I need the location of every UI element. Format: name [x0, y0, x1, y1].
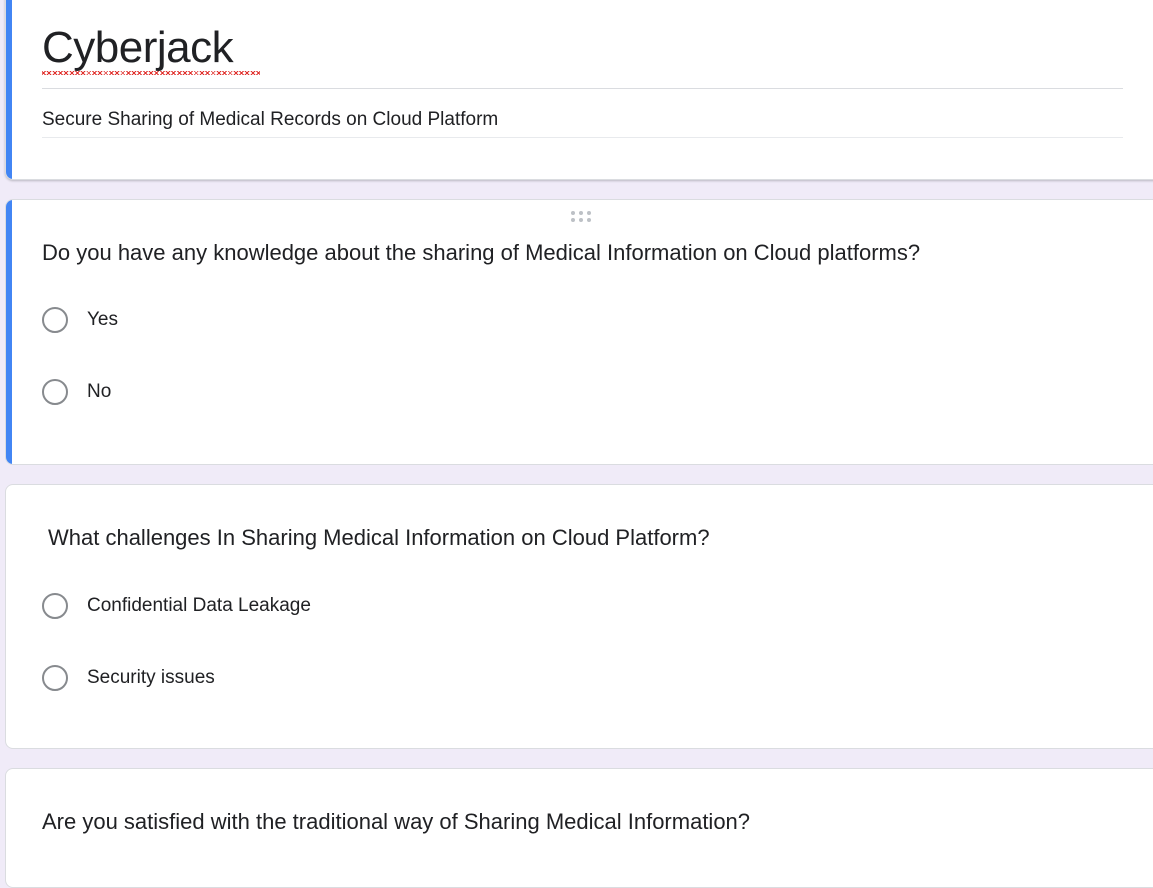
option-security-issues[interactable]: Security issues [42, 663, 215, 693]
option-no[interactable]: No [42, 377, 111, 407]
form-description[interactable]: Secure Sharing of Medical Records on Clo… [42, 109, 498, 131]
radio-unchecked-icon[interactable] [42, 665, 68, 691]
form-title[interactable]: Cyberjack [42, 20, 234, 76]
question-title: Do you have any knowledge about the shar… [42, 240, 921, 265]
option-label: Yes [87, 309, 118, 330]
option-confidential-data-leakage[interactable]: Confidential Data Leakage [42, 591, 311, 621]
question-card-3[interactable]: Are you satisfied with the traditional w… [5, 768, 1153, 888]
question-card-1[interactable]: Do you have any knowledge about the shar… [5, 199, 1153, 465]
option-yes[interactable]: Yes [42, 305, 118, 335]
title-underline [42, 88, 1123, 89]
option-label: No [87, 381, 112, 402]
spellcheck-underline [42, 71, 260, 75]
option-label: Security issues [87, 667, 215, 688]
question-title: What challenges In Sharing Medical Infor… [48, 525, 710, 550]
option-label: Confidential Data Leakage [87, 595, 311, 616]
question-card-2[interactable]: What challenges In Sharing Medical Infor… [5, 484, 1153, 749]
radio-unchecked-icon[interactable] [42, 307, 68, 333]
radio-unchecked-icon[interactable] [42, 379, 68, 405]
radio-unchecked-icon[interactable] [42, 593, 68, 619]
description-underline [42, 137, 1123, 138]
form-title-card[interactable]: Cyberjack Secure Sharing of Medical Reco… [5, 0, 1153, 180]
question-title: Are you satisfied with the traditional w… [42, 809, 751, 834]
drag-handle-icon[interactable] [571, 211, 597, 223]
